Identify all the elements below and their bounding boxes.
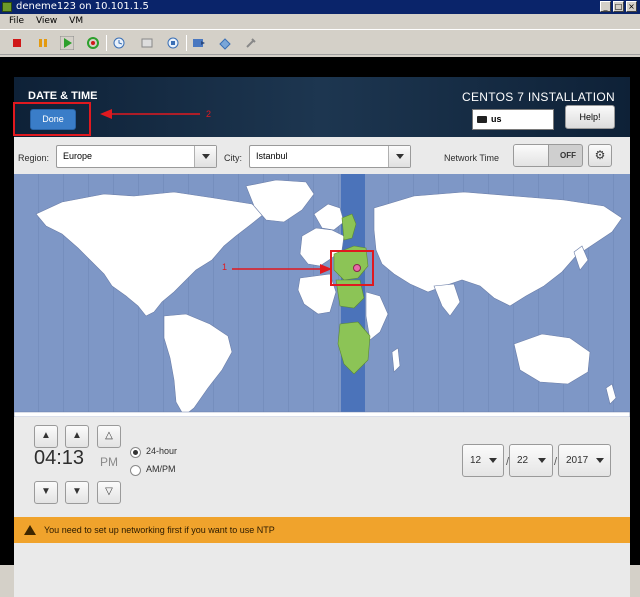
chevron-up-icon: ▲ xyxy=(41,430,51,441)
land-asia xyxy=(373,191,623,307)
chevron-down-icon: ▼ xyxy=(72,486,82,497)
floppy-icon[interactable] xyxy=(218,36,232,50)
maximize-button[interactable]: □ xyxy=(613,1,624,12)
vm-console-icon xyxy=(2,2,12,12)
vm-toolbar xyxy=(0,29,640,55)
time-display: 04:13 xyxy=(34,447,85,469)
region-label: Region: xyxy=(18,153,50,163)
chevron-up-icon: △ xyxy=(105,430,113,441)
keyboard-icon xyxy=(477,116,487,123)
product-title: CENTOS 7 INSTALLATION xyxy=(461,90,615,104)
land-india xyxy=(433,283,461,317)
cd-icon[interactable] xyxy=(192,36,206,50)
annotation-arrow-2 xyxy=(100,109,200,119)
close-button[interactable]: × xyxy=(626,1,637,12)
minute-increment-button[interactable]: ▲ xyxy=(65,425,89,448)
window-titlebar: deneme123 on 10.101.1.5 _ □ × xyxy=(0,0,640,14)
time-date-panel: ▲ ▲ △ 04:13 PM ▼ ▼ ▽ 24-hour AM/PM 12 / … xyxy=(14,420,630,515)
hour-increment-button[interactable]: ▲ xyxy=(34,425,58,448)
region-combobox[interactable]: Europe xyxy=(56,145,217,168)
day-combobox[interactable]: 22 xyxy=(509,444,553,477)
help-button[interactable]: Help! xyxy=(565,105,615,129)
ampm-increment-button[interactable]: △ xyxy=(97,425,121,448)
vm-screen: DATE & TIME CENTOS 7 INSTALLATION Done u… xyxy=(0,57,640,597)
land-new-zealand xyxy=(605,383,617,405)
chevron-down-icon: ▼ xyxy=(41,486,51,497)
land-north-america xyxy=(35,191,265,317)
radio-24-hour-label: 24-hour xyxy=(146,446,178,456)
annotation-number-2: 2 xyxy=(206,109,212,119)
gear-icon: ⚙ xyxy=(594,148,606,162)
ampm-display: PM xyxy=(100,455,118,469)
land-south-america xyxy=(163,313,233,417)
stop-icon[interactable] xyxy=(10,36,24,50)
reset-icon[interactable] xyxy=(86,36,100,50)
spoke-header: DATE & TIME CENTOS 7 INSTALLATION Done u… xyxy=(14,77,630,137)
city-label: City: xyxy=(224,153,242,163)
radio-ampm-label: AM/PM xyxy=(146,464,176,474)
land-africa-east xyxy=(365,291,389,341)
chevron-down-icon xyxy=(388,146,410,167)
day-value: 22 xyxy=(517,455,529,466)
year-combobox[interactable]: 2017 xyxy=(558,444,611,477)
annotation-box-city xyxy=(330,250,374,286)
radio-ampm[interactable] xyxy=(130,465,141,476)
timezone-controls: Region: Europe City: Istanbul Network Ti… xyxy=(14,140,630,172)
annotation-number-1: 1 xyxy=(222,262,228,272)
ntp-warning-text: You need to set up networking first if y… xyxy=(44,525,275,535)
menu-vm[interactable]: VM xyxy=(69,16,83,26)
snapshot-icon[interactable] xyxy=(112,36,126,50)
menu-file[interactable]: File xyxy=(9,16,24,26)
timezone-map[interactable] xyxy=(14,174,630,417)
city-value: Istanbul xyxy=(256,151,288,161)
city-combobox[interactable]: Istanbul xyxy=(249,145,411,168)
minimize-button[interactable]: _ xyxy=(600,1,611,12)
year-value: 2017 xyxy=(566,455,589,466)
date-separator: / xyxy=(554,456,558,468)
warning-icon xyxy=(24,525,36,535)
chevron-up-icon: ▲ xyxy=(72,430,82,441)
ampm-decrement-button[interactable]: ▽ xyxy=(97,481,121,504)
switch-knob xyxy=(514,145,549,166)
minute-decrement-button[interactable]: ▼ xyxy=(65,481,89,504)
play-icon[interactable] xyxy=(60,36,74,50)
keyboard-layout-indicator[interactable]: us xyxy=(472,109,554,130)
world-map xyxy=(14,179,630,417)
land-scandinavia xyxy=(313,203,345,231)
window-title: deneme123 on 10.101.1.5 xyxy=(16,1,149,12)
menu-view[interactable]: View xyxy=(36,16,57,26)
pause-icon[interactable] xyxy=(36,36,50,50)
network-time-switch[interactable]: OFF xyxy=(513,144,583,167)
chevron-down-icon: ▽ xyxy=(105,486,113,497)
settings-icon[interactable] xyxy=(244,36,258,50)
month-combobox[interactable]: 12 xyxy=(462,444,504,477)
hour-decrement-button[interactable]: ▼ xyxy=(34,481,58,504)
month-value: 12 xyxy=(470,455,482,466)
keyboard-layout-value: us xyxy=(491,114,502,124)
chevron-down-icon xyxy=(194,146,216,167)
radio-24-hour[interactable] xyxy=(130,447,141,458)
manage-snapshot-icon[interactable] xyxy=(166,36,180,50)
land-madagascar xyxy=(391,347,401,373)
land-antarctica-edge xyxy=(14,411,630,417)
network-time-state: OFF xyxy=(560,151,576,160)
revert-snapshot-icon[interactable] xyxy=(140,36,154,50)
ntp-settings-button[interactable]: ⚙ xyxy=(588,144,612,167)
installer-spoke: DATE & TIME CENTOS 7 INSTALLATION Done u… xyxy=(14,77,630,597)
selected-tz-africa-south xyxy=(337,321,371,375)
land-australia xyxy=(513,333,591,385)
network-time-label: Network Time xyxy=(444,153,500,163)
ntp-warning-bar: You need to set up networking first if y… xyxy=(14,517,630,543)
page-title: DATE & TIME xyxy=(28,90,98,102)
annotation-arrow-1 xyxy=(232,264,332,274)
selected-tz-scandinavia xyxy=(341,213,357,241)
annotation-box-done xyxy=(13,102,91,136)
region-value: Europe xyxy=(63,151,93,161)
menubar: File View VM xyxy=(0,14,640,29)
